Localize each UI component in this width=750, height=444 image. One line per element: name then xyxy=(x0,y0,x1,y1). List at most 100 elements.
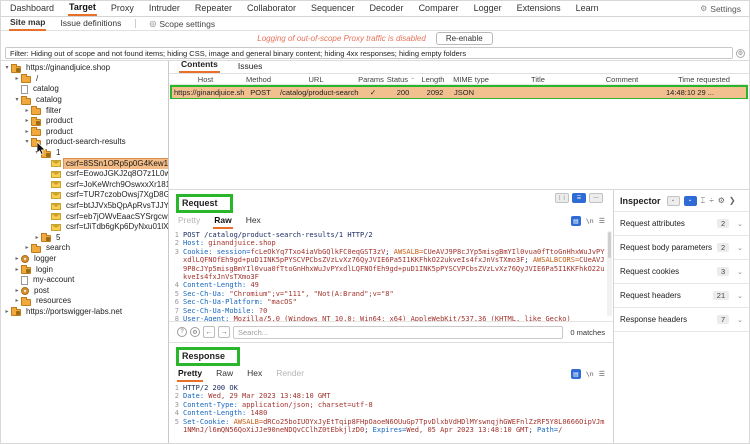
tree-collapsed-icon[interactable]: ▸ xyxy=(23,118,31,124)
request-tab-hex[interactable]: Hex xyxy=(245,215,262,229)
column-header-mime-type[interactable]: MIME type xyxy=(449,75,493,84)
tree-item[interactable]: ▸ https://portswigger-labs.net xyxy=(1,307,168,318)
tree-item[interactable]: csrf=btJJVx5bQpApRvsTJJYf1V4j xyxy=(1,201,168,212)
editor-menu-icon[interactable]: ☰ xyxy=(599,217,605,225)
results-table-selected-row[interactable]: https://ginandjuice.shopPOST/catalog/pro… xyxy=(171,86,747,99)
menu-tab-learn[interactable]: Learn xyxy=(575,2,600,15)
newline-toggle-icon[interactable]: \n xyxy=(586,217,594,225)
pretty-print-icon[interactable]: ▤ xyxy=(571,369,581,379)
search-prev-button[interactable]: ← xyxy=(203,326,215,338)
tree-expanded-icon[interactable]: ▾ xyxy=(23,139,31,145)
tree-collapsed-icon[interactable]: ▸ xyxy=(13,76,21,82)
tree-collapsed-icon[interactable]: ▸ xyxy=(23,245,31,251)
tree-item[interactable]: csrf=tJiTdb6gKp6DyNxu01lXY9Vuh xyxy=(1,222,168,233)
column-header-title[interactable]: Title xyxy=(493,75,583,84)
inspector-section-request-body-parameters[interactable]: Request body parameters 2 ⌄ xyxy=(614,236,749,260)
tree-collapsed-icon[interactable]: ▸ xyxy=(3,309,11,315)
menu-tab-logger[interactable]: Logger xyxy=(473,2,503,15)
tree-item[interactable]: ▸ / xyxy=(1,74,168,85)
request-editor[interactable]: 1POST /catalog/product-search-results/1 … xyxy=(169,229,613,321)
tree-item[interactable]: ▾ 1 xyxy=(1,148,168,159)
response-tab-raw[interactable]: Raw xyxy=(215,368,234,382)
expand-all-icon[interactable]: ⌶ xyxy=(701,197,706,205)
column-header-status[interactable]: Status ⌃ xyxy=(385,75,417,84)
tree-item[interactable]: ▾ product-search-results xyxy=(1,137,168,148)
tree-item[interactable]: ▸ logger xyxy=(1,254,168,265)
tree-collapsed-icon[interactable]: ▸ xyxy=(33,235,41,241)
tree-item[interactable]: ▸ search xyxy=(1,243,168,254)
filter-gear-icon[interactable]: ⚙ xyxy=(736,49,745,58)
collapse-all-icon[interactable]: ÷ xyxy=(709,197,713,205)
menu-tab-decoder[interactable]: Decoder xyxy=(369,2,405,15)
inspector-dock-bottom-button[interactable]: ▪ xyxy=(684,196,697,206)
column-header-comment[interactable]: Comment xyxy=(583,75,661,84)
search-next-button[interactable]: → xyxy=(218,326,230,338)
settings-button[interactable]: ⚙ Settings xyxy=(700,4,741,14)
layout-rows-button[interactable]: ☰ xyxy=(572,193,586,203)
tree-item[interactable]: ▸ product xyxy=(1,127,168,138)
tab-contents[interactable]: Contents xyxy=(179,59,220,73)
inspector-section-request-attributes[interactable]: Request attributes 2 ⌄ xyxy=(614,212,749,236)
tree-item[interactable]: csrf=EowoJGKJ2q8O7z1L0wjKmBA xyxy=(1,169,168,180)
request-scrollbar[interactable] xyxy=(607,231,612,316)
pretty-print-icon[interactable]: ▤ xyxy=(571,216,581,226)
tree-item[interactable]: csrf=eb7jOWvEaacSYSrgcw3E3mh xyxy=(1,211,168,222)
tree-item[interactable]: ▾ catalog xyxy=(1,95,168,106)
inspector-settings-icon[interactable]: ⚙ xyxy=(718,197,725,205)
search-settings-icon[interactable]: ⚙ xyxy=(190,327,200,337)
menu-tab-extensions[interactable]: Extensions xyxy=(516,2,562,15)
tree-item[interactable]: csrf=TUR7czobOwsj7XgD8GEMIwO xyxy=(1,190,168,201)
search-help-icon[interactable]: ? xyxy=(177,327,187,337)
menu-tab-proxy[interactable]: Proxy xyxy=(110,2,135,15)
menu-tab-intruder[interactable]: Intruder xyxy=(148,2,181,15)
response-tab-hex[interactable]: Hex xyxy=(246,368,263,382)
tree-item[interactable]: ▸ product xyxy=(1,116,168,127)
newline-toggle-icon[interactable]: \n xyxy=(586,370,594,378)
subtab-site-map[interactable]: Site map xyxy=(9,17,46,31)
inspector-dock-side-button[interactable]: ▪ xyxy=(667,196,680,206)
column-header-host[interactable]: Host xyxy=(169,75,242,84)
tree-item[interactable]: csrf=JoKeWrch9OswxxXr1812O7U xyxy=(1,180,168,191)
tree-expanded-icon[interactable]: ▾ xyxy=(13,97,21,103)
subtab-issue-definitions[interactable]: Issue definitions xyxy=(59,18,122,30)
menu-tab-comparer[interactable]: Comparer xyxy=(418,2,460,15)
tree-item[interactable]: my-account xyxy=(1,275,168,286)
response-editor[interactable]: 1HTTP/2 200 OK2Date: Wed, 29 Mar 2023 13… xyxy=(169,382,613,444)
search-input[interactable] xyxy=(233,326,563,339)
tree-collapsed-icon[interactable]: ▸ xyxy=(23,129,31,135)
inspector-section-request-cookies[interactable]: Request cookies 3 ⌄ xyxy=(614,260,749,284)
layout-single-button[interactable]: — xyxy=(589,193,603,203)
menu-tab-repeater[interactable]: Repeater xyxy=(194,2,233,15)
tree-collapsed-icon[interactable]: ▸ xyxy=(13,288,21,294)
tree-collapsed-icon[interactable]: ▸ xyxy=(23,108,31,114)
tree-collapsed-icon[interactable]: ▸ xyxy=(13,267,21,273)
tree-expanded-icon[interactable]: ▾ xyxy=(3,65,11,71)
tree-item[interactable]: ▸ resources xyxy=(1,296,168,307)
tab-issues[interactable]: Issues xyxy=(236,61,265,73)
tree-item[interactable]: ▸ post xyxy=(1,285,168,296)
tree-item[interactable]: ▸ login xyxy=(1,264,168,275)
response-tab-pretty[interactable]: Pretty xyxy=(177,368,203,382)
inspector-section-request-headers[interactable]: Request headers 21 ⌄ xyxy=(614,284,749,308)
tree-item[interactable]: ▾ https://ginandjuice.shop xyxy=(1,63,168,74)
column-header-time-requested[interactable]: Time requested xyxy=(661,75,747,84)
tree-expanded-icon[interactable]: ▾ xyxy=(33,150,41,156)
tree-item[interactable]: ▸ filter xyxy=(1,105,168,116)
tree-item[interactable]: ▸ 5 xyxy=(1,233,168,244)
editor-menu-icon[interactable]: ☰ xyxy=(599,370,605,378)
tree-item[interactable]: csrf=8SSn1ORp5p0G4Kew1615270 xyxy=(1,158,168,169)
sitemap-filter[interactable]: Filter: Hiding out of scope and not foun… xyxy=(5,47,733,59)
results-table-header[interactable]: HostMethodURLParamsStatus ⌃LengthMIME ty… xyxy=(169,74,749,85)
tree-item[interactable]: catalog xyxy=(1,84,168,95)
request-tab-raw[interactable]: Raw xyxy=(213,215,232,229)
inspector-collapse-icon[interactable]: ❯ xyxy=(729,197,736,205)
menu-tab-sequencer[interactable]: Sequencer xyxy=(310,2,356,15)
menu-tab-target[interactable]: Target xyxy=(68,1,97,16)
inspector-section-response-headers[interactable]: Response headers 7 ⌄ xyxy=(614,308,749,332)
layout-columns-button[interactable]: ❘❘ xyxy=(555,193,569,203)
tree-collapsed-icon[interactable]: ▸ xyxy=(13,298,21,304)
column-header-method[interactable]: Method xyxy=(242,75,275,84)
scope-settings-button[interactable]: ◎ Scope settings xyxy=(149,19,215,29)
column-header-params[interactable]: Params xyxy=(357,75,385,84)
tree-collapsed-icon[interactable]: ▸ xyxy=(13,256,21,262)
